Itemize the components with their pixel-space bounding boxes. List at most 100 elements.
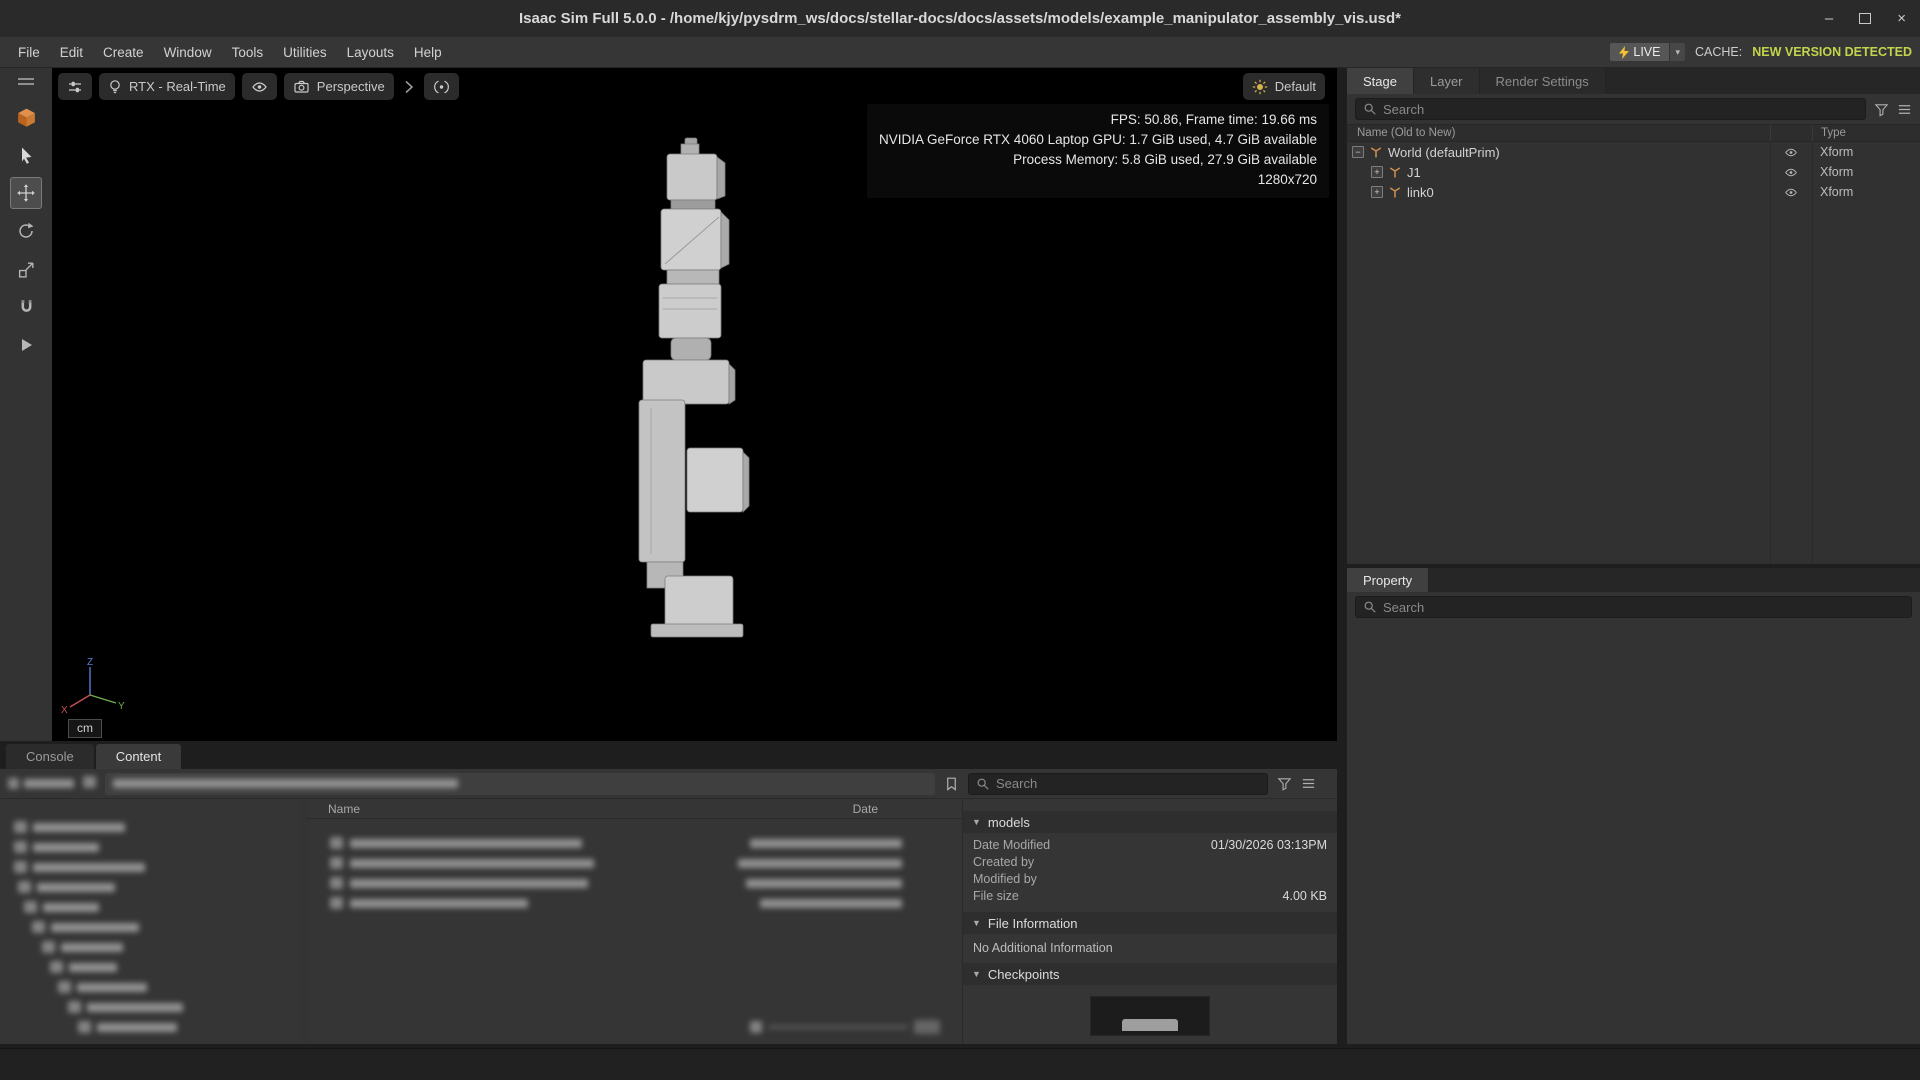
live-button-group: LIVE ▾ [1610,43,1685,61]
viewport-settings-button[interactable] [58,73,92,100]
file-row[interactable] [306,833,962,853]
magnet-icon [17,298,36,317]
live-dropdown-caret[interactable]: ▾ [1669,43,1685,61]
stat-resolution: 1280x720 [879,170,1317,190]
menubar: File Edit Create Window Tools Utilities … [0,37,1920,68]
rotate-tool-button[interactable] [10,215,42,247]
maximize-button[interactable] [1859,13,1871,24]
stage-tree-header: Name (Old to New) Type [1347,124,1920,142]
collapse-icon[interactable]: − [1352,146,1364,158]
minimize-button[interactable]: – [1825,11,1833,26]
property-search-input[interactable] [1383,600,1904,615]
menu-tools[interactable]: Tools [222,41,274,64]
prim-type: Xform [1812,145,1920,159]
details-section-file-information[interactable]: ▼ File Information [963,912,1337,934]
camera-label: Perspective [317,79,385,94]
robot-model [625,136,765,641]
select-tool-button[interactable] [10,139,42,171]
live-button[interactable]: LIVE [1610,43,1669,61]
stage-filter-button[interactable] [1874,102,1889,117]
move-tool-button[interactable] [10,177,42,209]
snap-tool-button[interactable] [10,291,42,323]
scale-tool-button[interactable] [10,253,42,285]
menu-help[interactable]: Help [404,41,452,64]
menu-layouts[interactable]: Layouts [337,41,404,64]
search-icon [1363,600,1377,614]
viewport-3d[interactable]: RTX - Real-Time Perspective [52,68,1337,741]
play-button[interactable] [10,329,42,361]
column-header-type[interactable]: Type [1812,125,1920,141]
column-header-name[interactable]: Name (Old to New) [1347,127,1770,139]
visibility-eye-icon[interactable] [1770,166,1812,179]
left-toolbar [0,68,52,741]
content-options-button[interactable] [1301,776,1316,791]
close-button[interactable]: × [1897,11,1906,26]
prim-label: link0 [1407,185,1789,200]
view-toggle-button[interactable] [914,1020,940,1034]
prim-type: Xform [1812,185,1920,199]
column-header-visibility [1770,125,1812,141]
details-section-checkpoints[interactable]: ▼ Checkpoints [963,963,1337,985]
bottom-tab-strip: Console Content [0,741,1337,769]
import-button-redacted[interactable] [8,778,74,789]
bookmark-button[interactable] [944,776,959,792]
detail-row-created-by: Created by [963,853,1337,870]
content-filter-button[interactable] [1277,776,1292,791]
stat-gpu: NVIDIA GeForce RTX 4060 Laptop GPU: 1.7 … [879,130,1317,150]
renderer-label: RTX - Real-Time [129,79,226,94]
tab-property[interactable]: Property [1347,568,1429,592]
stage-row-world[interactable]: − World (defaultPrim) Xform [1347,142,1920,162]
stage-row-j1[interactable]: + J1 Xform [1347,162,1920,182]
folder-tree-redacted[interactable] [0,799,306,1044]
stage-options-button[interactable] [1897,102,1912,117]
stage-row-link0[interactable]: + link0 Xform [1347,182,1920,202]
tab-content[interactable]: Content [96,744,182,769]
visibility-eye-icon[interactable] [1770,186,1812,199]
tab-stage[interactable]: Stage [1347,68,1414,94]
visibility-options-button[interactable] [242,73,277,100]
transform-space-button[interactable] [10,101,42,133]
file-column-name[interactable]: Name [328,802,360,816]
menu-create[interactable]: Create [93,41,154,64]
axis-y-label: Y [118,701,125,712]
tab-layer[interactable]: Layer [1414,68,1480,94]
camera-dropdown[interactable]: Perspective [284,73,394,100]
menu-file[interactable]: File [8,41,50,64]
titlebar[interactable]: Isaac Sim Full 5.0.0 - /home/kjy/pysdrm_… [0,0,1920,37]
menu-window[interactable]: Window [154,41,222,64]
visibility-eye-icon[interactable] [1770,146,1812,159]
slider-track[interactable] [768,1025,908,1029]
checkpoint-thumbnail[interactable] [1090,996,1210,1036]
file-row[interactable] [306,853,962,873]
tab-console[interactable]: Console [6,744,94,769]
file-row[interactable] [306,873,962,893]
lighting-dropdown[interactable]: Default [1243,73,1325,100]
capture-button[interactable] [424,73,459,100]
thumbnail-zoom-slider[interactable] [750,1020,940,1034]
slider-handle[interactable] [750,1021,762,1033]
scale-icon [17,260,36,279]
details-section-models[interactable]: ▼ models [963,811,1337,833]
content-browser: Name Date [0,769,1337,1044]
menu-edit[interactable]: Edit [50,41,93,64]
capture-target-icon [433,79,450,95]
file-list: Name Date [306,799,962,1044]
thumbnail-object [1122,1019,1178,1031]
expand-icon[interactable]: + [1371,186,1383,198]
path-bar[interactable] [105,773,935,795]
toolbar-collapse-button[interactable] [401,73,417,100]
tab-render-settings[interactable]: Render Settings [1480,68,1606,94]
file-column-date[interactable]: Date [853,802,878,816]
menu-utilities[interactable]: Utilities [273,41,337,64]
path-text-redacted [113,775,458,793]
renderer-dropdown[interactable]: RTX - Real-Time [99,73,235,100]
toolbar-drag-handle[interactable] [18,74,34,89]
stage-search-row [1347,94,1920,124]
live-label: LIVE [1633,45,1660,59]
file-row[interactable] [306,893,962,913]
stage-search-input[interactable] [1383,102,1858,117]
property-search-row [1347,592,1920,622]
expand-icon[interactable]: + [1371,166,1383,178]
content-search-input[interactable] [996,776,1260,791]
orange-cube-icon [16,107,37,128]
